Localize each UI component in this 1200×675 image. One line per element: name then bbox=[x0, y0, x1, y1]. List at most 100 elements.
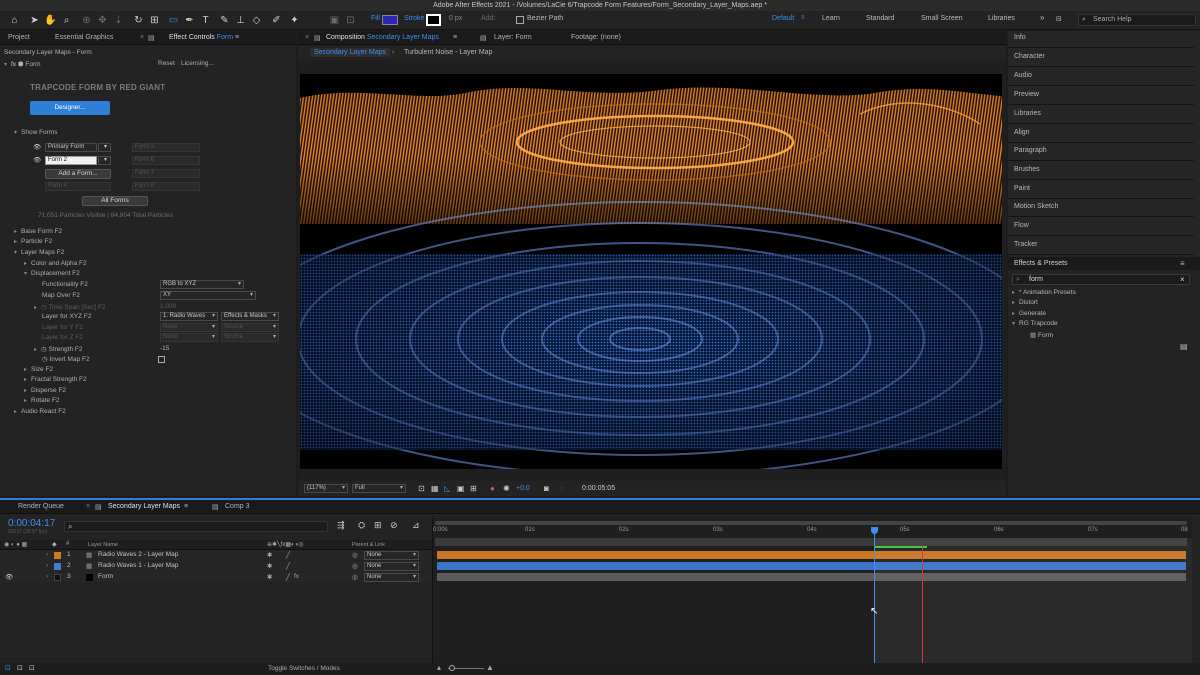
stroke-color-swatch[interactable] bbox=[426, 14, 441, 26]
parent-dropdown[interactable]: None bbox=[364, 551, 419, 560]
pan-behind-tool-icon[interactable]: ⊞ bbox=[148, 14, 161, 27]
pan-tool-icon[interactable]: ✥ bbox=[96, 14, 109, 27]
tab-project[interactable]: Project bbox=[8, 34, 30, 41]
composition-viewer[interactable] bbox=[300, 74, 1002, 469]
map-over-dropdown[interactable]: XY bbox=[160, 291, 256, 300]
workspace-learn[interactable]: Learn bbox=[822, 15, 840, 22]
snapshot-icon[interactable]: ◙ bbox=[544, 484, 549, 493]
close-tab-icon[interactable]: × bbox=[86, 503, 90, 510]
workspace-small-screen[interactable]: Small Screen bbox=[921, 15, 963, 22]
tab-layer[interactable]: Layer: Form bbox=[494, 34, 532, 41]
panel-menu-icon[interactable]: ≡ bbox=[453, 34, 457, 41]
parent-dropdown[interactable]: None bbox=[364, 562, 419, 571]
mask-visibility-icon[interactable]: ◺ bbox=[444, 484, 450, 493]
roto-brush-tool-icon[interactable]: ✐ bbox=[270, 14, 283, 27]
selection-tool-icon[interactable]: ➤ bbox=[28, 14, 41, 27]
panel-menu-icon[interactable]: ≡ bbox=[235, 34, 239, 41]
tab-footage[interactable]: Footage: (none) bbox=[571, 34, 621, 41]
layer-xyz-dropdown[interactable]: 1. Radio Waves bbox=[160, 312, 218, 321]
strength-row[interactable]: ▸ ◷ Strength F2 bbox=[34, 345, 82, 353]
layer-y-dropdown[interactable]: None bbox=[160, 323, 218, 332]
parent-dropdown[interactable]: None bbox=[364, 573, 419, 582]
tool-snap-icon[interactable]: ▣ bbox=[328, 14, 341, 27]
show-forms-header[interactable]: ▾ Show Forms bbox=[14, 129, 57, 136]
tab-essential-graphics[interactable]: Essential Graphics bbox=[55, 34, 113, 41]
section-displacement[interactable]: ▾ Displacement F2 bbox=[24, 270, 80, 277]
layer-name-column[interactable]: Layer Name bbox=[88, 542, 118, 548]
panel-libraries[interactable]: Libraries bbox=[1014, 110, 1041, 117]
rectangle-tool-icon[interactable]: ▭ bbox=[167, 14, 180, 27]
stroke-width-value[interactable]: 0 px bbox=[449, 15, 462, 22]
exposure-value[interactable]: +0.0 bbox=[516, 485, 530, 492]
tree-animation-presets[interactable]: ▸ * Animation Presets bbox=[1012, 289, 1076, 296]
graph-editor-icon[interactable]: ⊿ bbox=[412, 520, 420, 531]
sync-settings-icon[interactable]: ⊟ bbox=[1056, 15, 1062, 23]
exposure-reset-icon[interactable]: ✺ bbox=[503, 484, 510, 493]
parent-link-column[interactable]: Parent & Link bbox=[352, 542, 385, 548]
tree-generate[interactable]: ▸ Generate bbox=[1012, 310, 1046, 317]
fast-preview-icon[interactable]: ⊡ bbox=[418, 484, 425, 493]
search-help-field[interactable]: ⌕ Search Help bbox=[1078, 14, 1196, 26]
shy-layers-icon[interactable]: ⊞ bbox=[374, 520, 382, 531]
section-particle[interactable]: ▸ Particle F2 bbox=[14, 238, 52, 245]
designer-button[interactable]: Designer... bbox=[30, 101, 110, 115]
color-channels-icon[interactable]: ● bbox=[490, 484, 495, 493]
form-8-slot[interactable]: Form 8 bbox=[132, 182, 200, 191]
pen-tool-icon[interactable]: ✒ bbox=[183, 14, 196, 27]
visibility-eye-icon[interactable]: 👁 bbox=[33, 156, 41, 164]
timeline-search-field[interactable]: ⌕ bbox=[64, 521, 328, 532]
panel-flow[interactable]: Flow bbox=[1014, 222, 1029, 229]
tab-effect-controls[interactable]: Effect Controls Form bbox=[169, 34, 233, 41]
lock-icon[interactable]: ▤ bbox=[314, 34, 321, 42]
tab-composition[interactable]: Composition Secondary Layer Maps bbox=[326, 34, 439, 41]
zoom-tool-icon[interactable]: ⌕ bbox=[60, 14, 73, 27]
breadcrumb-secondary-layer-maps[interactable]: Secondary Layer Maps bbox=[310, 48, 390, 57]
workspace-menu-icon[interactable]: ≡ bbox=[801, 15, 805, 21]
tab-secondary-layer-maps[interactable]: Secondary Layer Maps bbox=[108, 503, 180, 510]
comp-flowchart-icon[interactable]: ⇶ bbox=[337, 520, 345, 531]
section-size[interactable]: ▸ Size F2 bbox=[24, 366, 53, 373]
close-tab-icon[interactable]: × bbox=[140, 34, 144, 41]
new-bin-icon[interactable]: ▤ bbox=[1180, 342, 1188, 351]
functionality-dropdown[interactable]: RGB to XYZ bbox=[160, 280, 244, 289]
timeline-current-time[interactable]: 0:00:04:17 bbox=[8, 518, 55, 529]
effects-search-field[interactable]: ⌕ form × bbox=[1012, 274, 1190, 285]
panel-menu-icon[interactable]: ≡ bbox=[184, 503, 188, 510]
layer-xyz-mode-dropdown[interactable]: Effects & Masks bbox=[221, 312, 279, 321]
time-span-row[interactable]: ▸ ◷ Time Span [Sec] F2 bbox=[34, 303, 106, 311]
add-form-button[interactable]: Add a Form... bbox=[45, 169, 111, 179]
workspace-default[interactable]: Default bbox=[772, 15, 794, 22]
panel-paragraph[interactable]: Paragraph bbox=[1014, 147, 1047, 154]
in-out-toggle-icon[interactable]: ⊡ bbox=[29, 664, 35, 672]
layer-row[interactable]: › 1 ▦ Radio Waves 2 - Layer Map ✱ ╱ ◎ No… bbox=[0, 550, 432, 560]
form-2-dropdown[interactable]: ▾ bbox=[98, 156, 111, 165]
toggle-switches-modes[interactable]: Toggle Switches / Modes bbox=[268, 665, 340, 672]
tree-rg-trapcode[interactable]: ▾ RG Trapcode bbox=[1012, 320, 1058, 327]
primary-form-dropdown[interactable]: ▾ bbox=[98, 143, 111, 152]
panel-brushes[interactable]: Brushes bbox=[1014, 166, 1040, 173]
fill-color-swatch[interactable] bbox=[382, 15, 398, 25]
hand-tool-icon[interactable]: ✋ bbox=[44, 14, 57, 27]
section-rotate[interactable]: ▸ Rotate F2 bbox=[24, 397, 60, 404]
layer-z-dropdown[interactable]: None bbox=[160, 333, 218, 342]
transparency-grid-icon[interactable]: ▦ bbox=[431, 484, 439, 493]
orbit-tool-icon[interactable]: ⊕ bbox=[80, 14, 93, 27]
bezier-path-checkbox[interactable] bbox=[516, 16, 524, 24]
layer-row[interactable]: › 2 ▦ Radio Waves 1 - Layer Map ✱ ╱ ◎ No… bbox=[0, 561, 432, 571]
form-2-field[interactable]: Form 2 bbox=[45, 156, 97, 165]
region-of-interest-icon[interactable]: ▣ bbox=[457, 484, 465, 493]
more-workspaces-icon[interactable]: » bbox=[1040, 13, 1044, 22]
section-disperse[interactable]: ▸ Disperse F2 bbox=[24, 387, 66, 394]
zoom-out-icon[interactable]: ▴ bbox=[437, 663, 441, 672]
tab-comp-3[interactable]: Comp 3 bbox=[225, 503, 250, 510]
time-span-value[interactable]: 1.000 bbox=[160, 303, 176, 310]
all-forms-button[interactable]: All Forms bbox=[82, 196, 148, 206]
magnification-dropdown[interactable]: (117%) bbox=[304, 484, 348, 493]
section-fractal-strength[interactable]: ▸ Fractal Strength F2 bbox=[24, 376, 87, 383]
section-base-form[interactable]: ▸ Base Form F2 bbox=[14, 228, 62, 235]
type-tool-icon[interactable]: T bbox=[199, 14, 212, 27]
panel-align[interactable]: Align bbox=[1014, 129, 1030, 136]
snapping-icon[interactable]: ⊡ bbox=[344, 14, 357, 27]
draft-3d-icon[interactable]: ⛭ bbox=[358, 520, 365, 531]
eraser-tool-icon[interactable]: ◇ bbox=[250, 14, 263, 27]
